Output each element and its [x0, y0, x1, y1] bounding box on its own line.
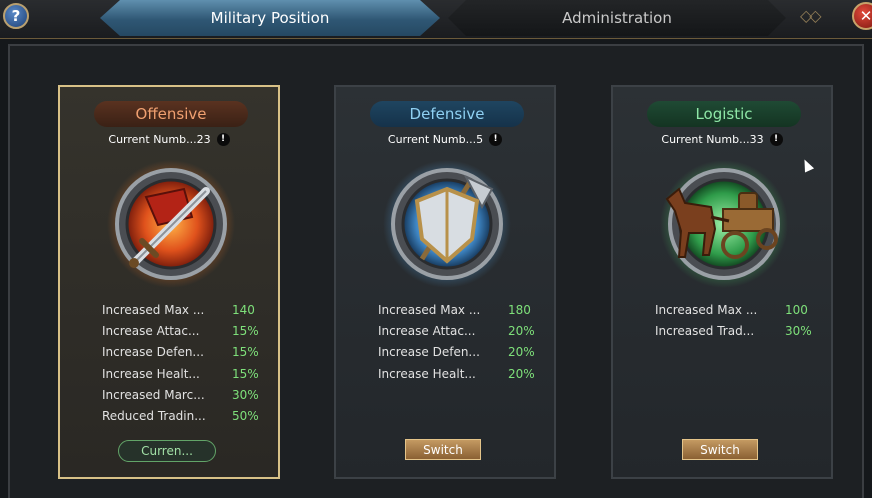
tab-administration[interactable]: Administration: [448, 0, 786, 36]
card-logistic[interactable]: Logistic Current Numb...33 ! Increased M…: [611, 85, 833, 479]
stat-row: Increased Max ... 180: [378, 303, 548, 324]
help-button[interactable]: ?: [3, 3, 29, 29]
stats-list: Increased Max ... 180 Increase Attac... 20…: [378, 303, 548, 388]
sword-emblem-icon: [107, 160, 235, 288]
stat-row: Reduced Tradin... 50%: [102, 409, 272, 430]
stat-label: Increased Max ...: [655, 303, 758, 317]
stat-value: 140: [232, 303, 255, 317]
top-bar: ? Military Position Administration ◇◇ ✕: [0, 0, 872, 39]
stat-row: Increased Marc... 30%: [102, 388, 272, 409]
stat-label: Increased Max ...: [378, 303, 481, 317]
current-number-row: Current Numb...33 !: [613, 131, 831, 147]
stat-value: 180: [508, 303, 531, 317]
stat-value: 30%: [785, 324, 812, 339]
stat-label: Increase Defen...: [102, 345, 204, 360]
switch-button[interactable]: Switch: [405, 439, 481, 460]
current-number-row: Current Numb...23 !: [60, 131, 278, 147]
stat-label: Increased Max ...: [102, 303, 205, 317]
stat-row: Increased Max ... 140: [102, 303, 272, 324]
stat-value: 20%: [508, 324, 535, 339]
card-defensive[interactable]: Defensive Current Numb...5 ! Increased M…: [334, 85, 556, 479]
stat-value: 20%: [508, 345, 535, 360]
tab-military-position[interactable]: Military Position: [100, 0, 440, 36]
current-number-text: Current Numb...33: [661, 132, 764, 146]
close-button[interactable]: ✕: [852, 2, 872, 30]
stat-value: 15%: [232, 366, 259, 381]
stat-label: Increased Marc...: [102, 387, 205, 402]
stat-label: Increase Attac...: [102, 324, 200, 339]
stat-label: Increase Healt...: [378, 366, 476, 381]
stat-value: 50%: [232, 408, 259, 423]
info-icon[interactable]: !: [769, 132, 783, 146]
current-number-row: Current Numb...5 !: [336, 131, 554, 147]
stat-row: Increased Trad... 30%: [655, 324, 825, 345]
horse-cart-emblem-icon: [660, 160, 788, 288]
card-title-offensive: Offensive: [94, 101, 248, 127]
info-icon[interactable]: !: [489, 132, 503, 146]
stat-row: Increase Healt... 20%: [378, 367, 548, 388]
shield-emblem-icon: [383, 160, 511, 288]
stat-row: Increase Attac... 15%: [102, 324, 272, 345]
stat-row: Increase Healt... 15%: [102, 367, 272, 388]
card-offensive[interactable]: Offensive Current Numb...23 ! Increased …: [58, 85, 280, 479]
stat-row: Increase Defen... 15%: [102, 345, 272, 366]
stat-value: 15%: [232, 345, 259, 360]
current-number-text: Current Numb...23: [108, 132, 211, 146]
current-button[interactable]: Curren...: [118, 440, 216, 462]
stats-list: Increased Max ... 140 Increase Attac... 15…: [102, 303, 272, 430]
stat-value: 15%: [232, 324, 259, 339]
stat-row: Increase Defen... 20%: [378, 345, 548, 366]
stat-row: Increased Max ... 100: [655, 303, 825, 324]
stat-value: 20%: [508, 366, 535, 381]
current-number-text: Current Numb...5: [387, 132, 484, 146]
stat-row: Increase Attac... 20%: [378, 324, 548, 345]
decoration-ornament: ◇◇: [800, 6, 822, 25]
stat-label: Reduced Tradin...: [102, 408, 206, 423]
stat-label: Increase Attac...: [378, 324, 476, 339]
card-title-defensive: Defensive: [370, 101, 524, 127]
stat-label: Increase Defen...: [378, 345, 480, 360]
info-icon[interactable]: !: [216, 132, 230, 146]
stat-value: 30%: [232, 387, 259, 402]
stat-label: Increased Trad...: [655, 324, 755, 339]
stat-label: Increase Healt...: [102, 366, 200, 381]
stat-value: 100: [785, 303, 808, 317]
switch-button[interactable]: Switch: [682, 439, 758, 460]
card-title-logistic: Logistic: [647, 101, 801, 127]
stats-list: Increased Max ... 100 Increased Trad... 30…: [655, 303, 825, 345]
